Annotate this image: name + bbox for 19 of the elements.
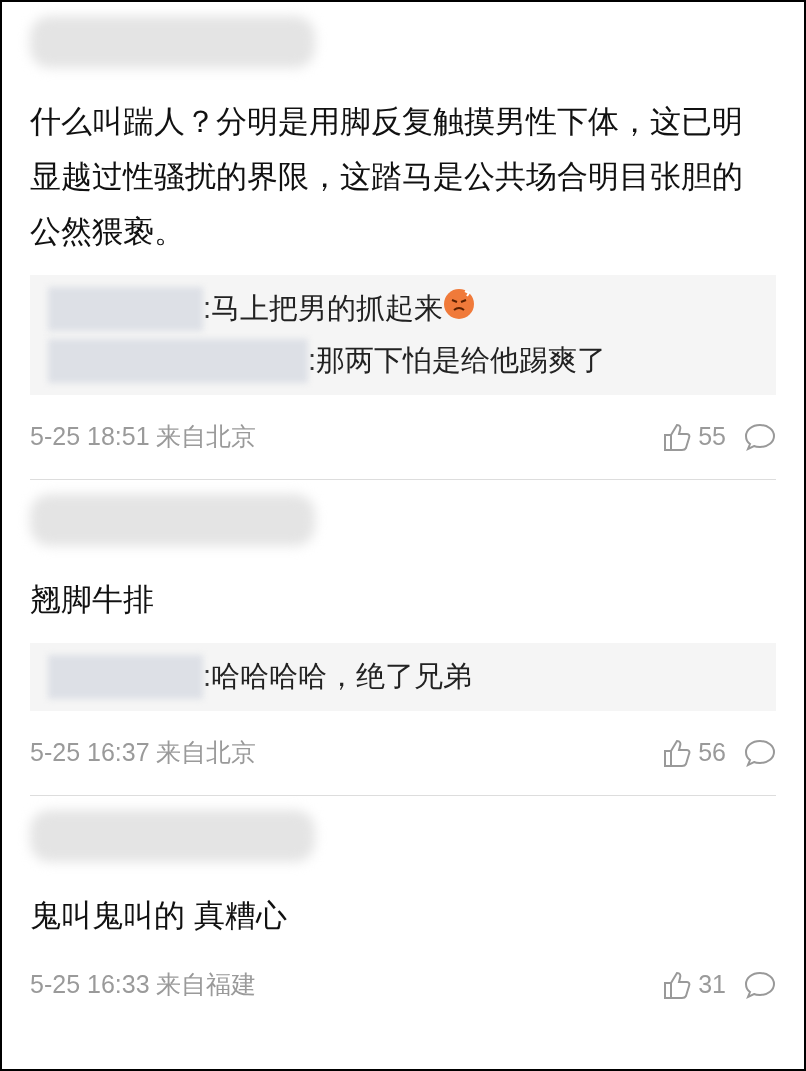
- reply-text: :那两下怕是给他踢爽了: [308, 343, 607, 379]
- timestamp: 5-25 16:37 来自北京: [30, 737, 258, 769]
- thumbs-up-icon: [662, 422, 693, 452]
- comment-icon[interactable]: [744, 738, 776, 768]
- angry-face-icon: [443, 288, 476, 320]
- thumbs-up-icon: [662, 970, 693, 1000]
- like-button[interactable]: 56: [662, 734, 726, 772]
- comment-text: 什么叫踹人？分明是用脚反复触摸男性下体，这已明显越过性骚扰的界限，这踏马是公共场合明目张胆的公然猥亵。: [30, 103, 744, 251]
- comment-text: 鬼叫鬼叫的 真糟心: [30, 897, 288, 935]
- timestamp: 5-25 16:33 来自福建: [30, 969, 258, 1001]
- like-button[interactable]: 55: [662, 418, 726, 456]
- comment-icon[interactable]: [744, 970, 776, 1000]
- reply-text: :哈哈哈哈，绝了兄弟: [203, 659, 473, 695]
- like-button[interactable]: 31: [662, 966, 726, 1004]
- comment-text: 翘脚牛排: [30, 581, 155, 619]
- reply-text: :马上把男的抓起来: [203, 291, 444, 327]
- comment-icon[interactable]: [744, 422, 776, 452]
- thumbs-up-icon: [662, 738, 693, 768]
- timestamp: 5-25 18:51 来自北京: [30, 421, 258, 453]
